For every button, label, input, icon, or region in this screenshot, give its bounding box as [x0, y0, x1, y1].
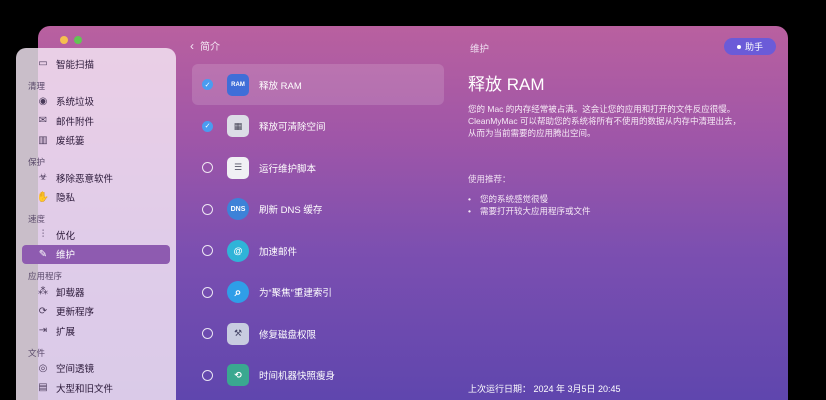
sidebar-item[interactable]: ◎ 空间透镜	[22, 359, 170, 379]
sidebar-item-label: 卸载器	[56, 287, 85, 299]
task-label: 时间机器快照瘦身	[259, 371, 336, 382]
sidebar-item[interactable]: ✋ 隐私	[22, 188, 170, 208]
back-button[interactable]: ‹ 简介	[190, 38, 220, 54]
purgeable-icon: ▦	[227, 115, 249, 137]
spotlight-icon: ⌕	[227, 281, 249, 303]
checkbox-empty-icon[interactable]	[202, 162, 213, 173]
desc-line: 您的 Mac 的内存经常被占满。这会让您的应用和打开的文件反应很慢。	[468, 104, 736, 114]
sidebar-item-label: 系统垃圾	[56, 97, 95, 109]
task-row[interactable]: ⌕ 为“聚焦”重建索引	[192, 272, 444, 313]
assistant-dot-icon	[736, 44, 741, 49]
back-label: 简介	[200, 42, 220, 53]
trash-icon: ▥	[38, 134, 48, 146]
sidebar-item-label: 智能扫描	[56, 59, 95, 71]
task-label: 修复磁盘权限	[259, 329, 317, 341]
uninstaller-icon: ⁂	[38, 286, 48, 298]
checkbox-empty-icon[interactable]	[202, 369, 213, 381]
dns-icon: DNS	[227, 198, 249, 220]
speed-mail-icon: @	[227, 239, 249, 262]
sidebar-item[interactable]: ✎ 维护	[22, 244, 170, 264]
sidebar-item[interactable]: ▭ 智能扫描	[22, 54, 170, 74]
sidebar-item[interactable]: ⁂ 卸载器	[22, 282, 170, 302]
sidebar-item[interactable]: ☣ 移除恶意软件	[22, 168, 170, 188]
sidebar: ▭ 智能扫描 清理 ◉ 系统垃圾 ✉ 邮件附件 ▥ 废纸篓 保护 ☣ 移除恶意软件 ✋ 隐私 速度 ⫶ 优化 ✎ 维…	[16, 48, 176, 400]
minimize-button[interactable]	[60, 36, 68, 44]
detail-panel: 释放 RAM 您的 Mac 的内存经常被占满。这会让您的应用和打开的文件反应很慢…	[468, 70, 768, 217]
sidebar-item[interactable]: ⟳ 更新程序	[22, 302, 170, 322]
sidebar-item-label: 废纸篓	[56, 136, 85, 148]
sidebar-item[interactable]: ⫶ 优化	[22, 225, 170, 245]
hand-icon: ✋	[36, 191, 50, 203]
checkbox-empty-icon[interactable]	[202, 245, 213, 256]
recommendation-item: 您的系统感觉很慢	[468, 193, 768, 205]
sidebar-item-label: 隐私	[56, 193, 76, 205]
sidebar-item-label: 优化	[56, 230, 76, 242]
mail-icon: ✉	[38, 115, 48, 127]
window-controls	[60, 36, 82, 44]
checkbox-checked-icon[interactable]: ✓	[202, 79, 213, 90]
sidebar-item[interactable]: ✉ 邮件附件	[22, 111, 170, 131]
page-title: 维护	[470, 44, 490, 55]
sidebar-item[interactable]: ▤ 大型和旧文件	[22, 378, 170, 398]
sidebar-item-label: 移除恶意软件	[56, 173, 114, 185]
recommendation-item: 需要打开较大应用程序或文件	[468, 205, 768, 217]
task-row[interactable]: ✓ RAM 释放 RAM	[192, 64, 444, 105]
chevron-left-icon: ‹	[190, 38, 194, 53]
task-row[interactable]: DNS 刷新 DNS 缓存	[192, 189, 444, 230]
wrench-icon: ✎	[38, 248, 48, 260]
biohazard-icon: ☣	[38, 172, 48, 184]
updater-icon: ⟳	[38, 305, 48, 317]
assistant-button[interactable]: 助手	[724, 38, 776, 55]
sidebar-section-label: 应用程序	[28, 271, 63, 281]
checkbox-empty-icon[interactable]	[202, 328, 213, 339]
detail-title: 释放 RAM	[468, 75, 545, 94]
zoom-button[interactable]	[74, 36, 82, 44]
task-label: 运行维护脚本	[259, 163, 317, 175]
sidebar-item-label: 大型和旧文件	[56, 383, 114, 395]
sidebar-item-label: 扩展	[56, 326, 76, 338]
sidebar-section-label: 清理	[28, 80, 46, 91]
task-row[interactable]: ⚒ 修复磁盘权限	[192, 313, 444, 354]
task-row[interactable]: ✓ ▦ 释放可清除空间	[192, 106, 444, 147]
sidebar-item-label: 更新程序	[56, 307, 95, 319]
disk-permissions-icon: ⚒	[227, 322, 249, 345]
detail-description: 您的 Mac 的内存经常被占满。这会让您的应用和打开的文件反应很慢。 Clean…	[468, 103, 768, 139]
script-icon: ☰	[227, 156, 249, 179]
desc-line: 从而为当前需要的应用腾出空间。	[468, 128, 596, 138]
checkbox-checked-icon[interactable]: ✓	[202, 120, 213, 132]
space-lens-icon: ◎	[38, 362, 48, 374]
system-junk-icon: ◉	[38, 95, 48, 107]
checkbox-empty-icon[interactable]	[202, 286, 213, 298]
task-row[interactable]: @ 加速邮件	[192, 230, 444, 271]
sidebar-section-label: 速度	[28, 214, 46, 224]
recommendation-list: 您的系统感觉很慢 需要打开较大应用程序或文件	[468, 193, 768, 217]
sidebar-section-label: 保护	[28, 157, 46, 167]
task-label: 为“聚焦”重建索引	[259, 288, 332, 299]
recommendation-title: 使用推荐：	[468, 174, 511, 184]
task-label: 释放 RAM	[259, 80, 302, 92]
sidebar-item[interactable]: ⇥ 扩展	[22, 321, 170, 341]
sliders-icon: ⫶	[41, 229, 45, 241]
sidebar-item[interactable]: ◉ 系统垃圾	[22, 92, 170, 112]
time-machine-icon: ⟲	[227, 364, 249, 386]
sidebar-item-label: 维护	[56, 250, 76, 262]
sidebar-item-label: 邮件附件	[56, 116, 95, 128]
checkbox-empty-icon[interactable]	[202, 203, 213, 215]
sidebar-section-label: 文件	[28, 347, 46, 358]
task-row[interactable]: ⟲ 时间机器快照瘦身	[192, 355, 444, 396]
assistant-label: 助手	[744, 42, 763, 52]
task-label: 释放可清除空间	[259, 122, 326, 133]
task-label: 刷新 DNS 缓存	[259, 205, 323, 216]
sidebar-item[interactable]: ▥ 废纸篓	[22, 131, 170, 151]
task-row[interactable]: ☰ 运行维护脚本	[192, 147, 444, 188]
last-run-date: 上次运行日期： 2024 年 3月5日 20:45	[468, 384, 621, 394]
task-list: ✓ RAM 释放 RAM ✓ ▦ 释放可清除空间 ☰ 运行维护脚本 DNS 刷新 DNS 缓存 @ 加…	[192, 64, 444, 396]
ram-icon: RAM	[227, 73, 249, 96]
monitor-icon: ▭	[38, 58, 48, 70]
sidebar-item-label: 空间透镜	[56, 364, 95, 376]
folder-icon: ▤	[38, 382, 48, 394]
task-label: 加速邮件	[259, 246, 298, 258]
desc-line: CleanMyMac 可以帮助您的系统将所有不使用的数据从内存中清理出去，	[468, 116, 741, 126]
extensions-icon: ⇥	[38, 325, 48, 337]
